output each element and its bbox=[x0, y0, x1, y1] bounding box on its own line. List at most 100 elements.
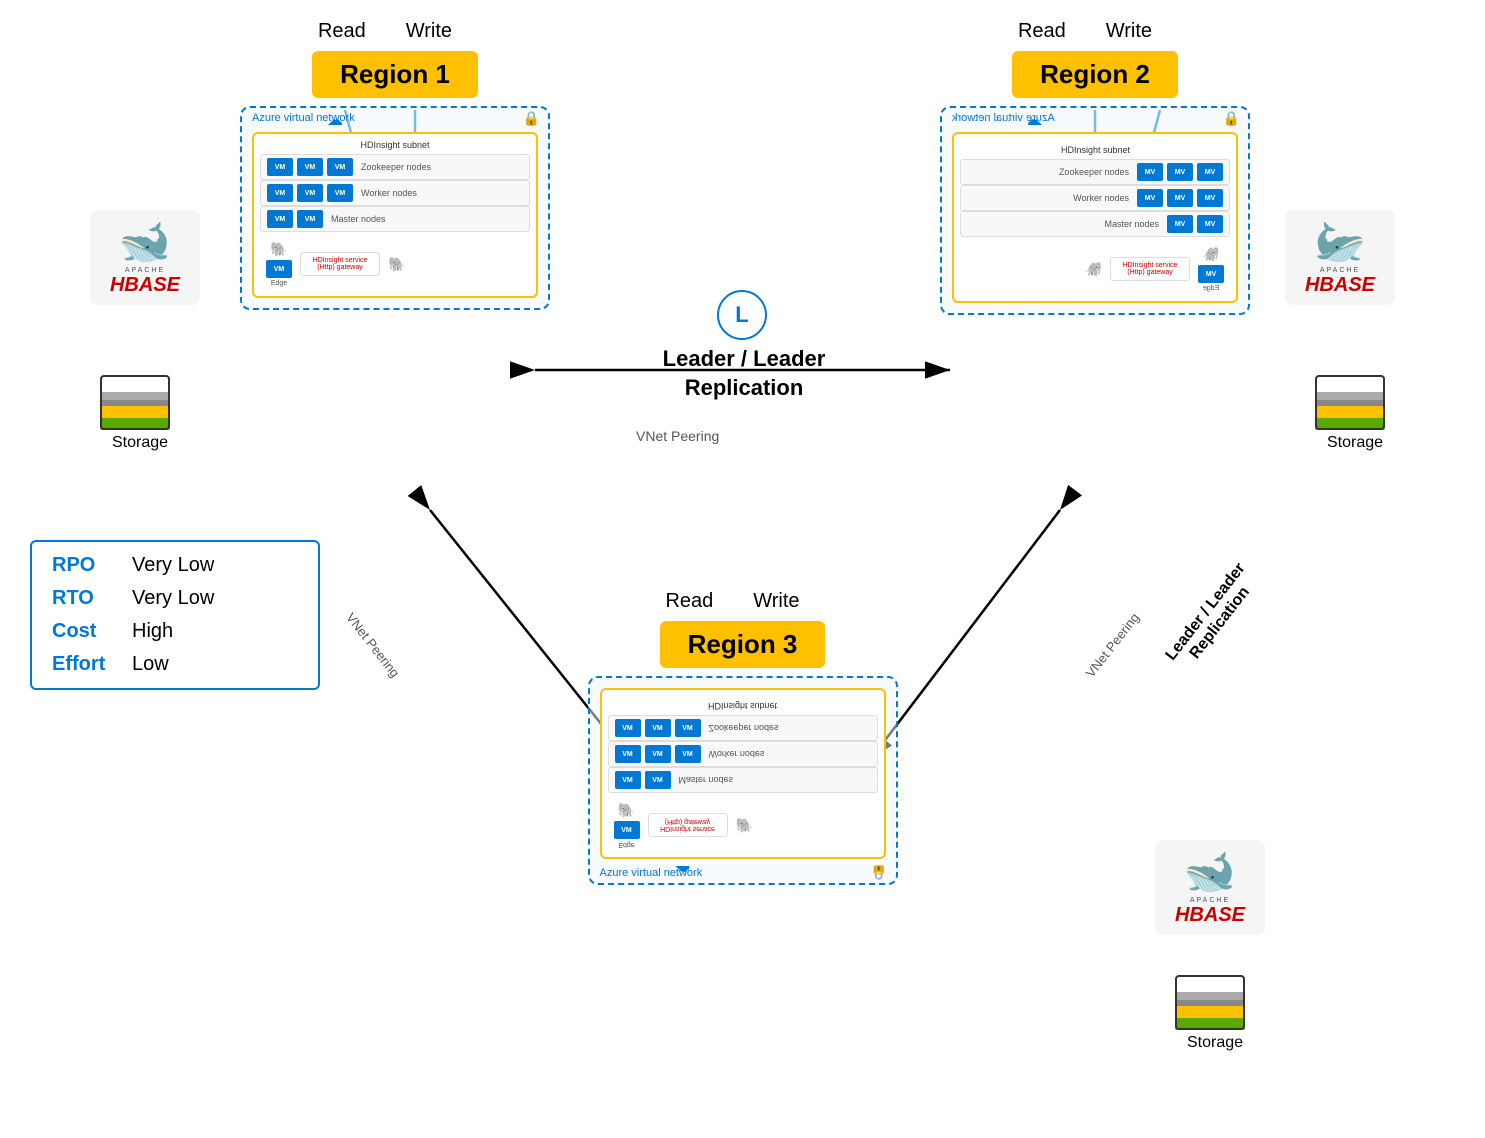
region2-zookeeper-group: VM VM VM Zookeeper nodes bbox=[960, 159, 1230, 185]
cost-key: Cost bbox=[52, 620, 132, 643]
vm-r2-3: VM bbox=[1137, 163, 1163, 181]
hbase-logo-r3: 🐋 APACHE HBASE bbox=[1155, 840, 1265, 935]
vm-r3-4: VM bbox=[615, 745, 641, 763]
vm2: VM bbox=[297, 158, 323, 176]
region1-edge-row: 🐘 VM Edge HDInsight service (Http) gatew… bbox=[260, 238, 530, 290]
region1-vnet-box: Azure virtual network ☁ 🔒 HDInsight subn… bbox=[240, 106, 550, 310]
master-label: Master nodes bbox=[331, 214, 386, 224]
region3-write-label: Write bbox=[753, 590, 799, 613]
hdoop2-icon-r1: 🐘 bbox=[388, 256, 405, 273]
storage-label-r1: Storage bbox=[100, 434, 180, 452]
region2-hdinsight: HDInsight subnet VM VM VM Zookeeper node… bbox=[952, 132, 1238, 303]
apache-text-r3: APACHE bbox=[1163, 897, 1257, 904]
region3-read-label: Read bbox=[665, 590, 713, 613]
vm6: VM bbox=[327, 184, 353, 202]
vnet-peering-center: VNet Peering bbox=[636, 428, 719, 444]
storage-r1: Storage bbox=[100, 370, 180, 452]
circle-l: L bbox=[717, 290, 767, 340]
region2-subnet-label: HDInsight subnet bbox=[1060, 145, 1129, 155]
worker-label-r2: Worker nodes bbox=[1073, 193, 1129, 203]
rpo-key: RPO bbox=[52, 554, 132, 577]
hbase-logo-r1: 🐋 APACHE HBASE bbox=[90, 210, 200, 305]
apache-text-r2: APACHE bbox=[1293, 267, 1387, 274]
rpo-value: Very Low bbox=[132, 554, 214, 577]
vm-edge: VM bbox=[266, 260, 292, 278]
region1-read-label: Read bbox=[318, 20, 366, 43]
rpo-row: RPO Very Low bbox=[52, 554, 298, 577]
vm-r2-8: VM bbox=[1167, 215, 1193, 233]
gateway-label: HDInsight service (Http) gateway bbox=[305, 257, 375, 271]
region1-worker-group: VM VM VM Worker nodes bbox=[260, 180, 530, 206]
edge-label-r2: Edge bbox=[1203, 285, 1219, 292]
center-replication-label: Leader / Leader Replication bbox=[614, 345, 874, 402]
cloud-icon-r1: ☁ bbox=[327, 110, 343, 130]
rto-row: RTO Very Low bbox=[52, 587, 298, 610]
hbase-text-r2: HBASE bbox=[1293, 274, 1387, 297]
vnet-peering-right: VNet Peering bbox=[1082, 610, 1141, 680]
effort-key: Effort bbox=[52, 653, 132, 676]
region2-wrapper: Read Write Region 2 Azure virtual networ… bbox=[940, 20, 1250, 315]
gateway-label-r2: HDInsight service (Http) gateway bbox=[1115, 262, 1185, 276]
vm1: VM bbox=[267, 158, 293, 176]
worker-label-r3: Worker nodes bbox=[709, 749, 765, 759]
hdoop2-icon-r3: 🐘 bbox=[736, 817, 753, 834]
storage-label-r3: Storage bbox=[1175, 1034, 1255, 1052]
storage-label-r2: Storage bbox=[1315, 434, 1395, 452]
vm-r2-6: VM bbox=[1137, 189, 1163, 207]
hbase-text-r3: HBASE bbox=[1163, 904, 1257, 927]
zookeeper-label: Zookeeper nodes bbox=[361, 162, 431, 172]
cost-row: Cost High bbox=[52, 620, 298, 643]
rto-key: RTO bbox=[52, 587, 132, 610]
vm-r3-7: VM bbox=[615, 771, 641, 789]
gateway-box-r2: HDInsight service (Http) gateway bbox=[1110, 257, 1190, 281]
edge-label: Edge bbox=[271, 280, 287, 287]
vm-r2-2: VM bbox=[1167, 163, 1193, 181]
info-box: RPO Very Low RTO Very Low Cost High Effo… bbox=[30, 540, 320, 690]
edge-label-r3: Edge bbox=[618, 841, 634, 848]
region2-worker-group: VM VM VM Worker nodes bbox=[960, 185, 1230, 211]
vm-r2-4: VM bbox=[1197, 189, 1223, 207]
vm-edge-r3: VM bbox=[614, 821, 640, 839]
cost-value: High bbox=[132, 620, 173, 643]
vm5: VM bbox=[297, 184, 323, 202]
vm-r3-8: VM bbox=[645, 771, 671, 789]
region1-master-group: VM VM Master nodes bbox=[260, 206, 530, 232]
vm-r3-6: VM bbox=[675, 745, 701, 763]
region2-read-label: Read bbox=[1018, 20, 1066, 43]
region3-hdinsight: HDInsight subnet VM VM VM Zookeeper node… bbox=[600, 688, 886, 859]
vm-edge-r2: VM bbox=[1198, 265, 1224, 283]
rto-value: Very Low bbox=[132, 587, 214, 610]
cloud-icon-r2: ☁ bbox=[1027, 110, 1043, 130]
lock-icon-r2: 🔒 bbox=[1223, 110, 1240, 127]
effort-value: Low bbox=[132, 653, 169, 676]
master-label-r2: Master nodes bbox=[1104, 219, 1159, 229]
region1-zookeeper-group: VM VM VM Zookeeper nodes bbox=[260, 154, 530, 180]
region1-wrapper: Read Write Region 1 Azure virtual networ… bbox=[240, 20, 550, 310]
vm4: VM bbox=[267, 184, 293, 202]
gateway-label-r3: HDInsight service (Http) gateway bbox=[653, 818, 723, 832]
main-container: Read Write Region 1 Azure virtual networ… bbox=[0, 0, 1485, 1138]
region3-zookeeper-group: VM VM VM Zookeeper nodes bbox=[608, 715, 878, 741]
lock-icon-r1: 🔒 bbox=[523, 110, 540, 127]
region3-edge-row: 🐘 VM Edge HDInsight service (Http) gatew… bbox=[608, 799, 878, 851]
region3-wrapper: Read Write Region 3 Azure virtual networ… bbox=[588, 590, 898, 885]
lock-icon-r3: 🔒 bbox=[870, 864, 887, 881]
vm-r2-1: VM bbox=[1197, 163, 1223, 181]
gateway-box-r1: HDInsight service (Http) gateway bbox=[300, 252, 380, 276]
region3-vnet-box: Azure virtual network ☁ 🔒 HDInsight subn… bbox=[588, 676, 898, 885]
effort-row: Effort Low bbox=[52, 653, 298, 676]
region3-badge: Region 3 bbox=[660, 621, 826, 668]
hdoop2-icon-r2: 🐘 bbox=[1085, 261, 1102, 278]
vm-r3-5: VM bbox=[645, 745, 671, 763]
vm3: VM bbox=[327, 158, 353, 176]
vm-r2-7: VM bbox=[1197, 215, 1223, 233]
region1-badge: Region 1 bbox=[312, 51, 478, 98]
region1-hdinsight: HDInsight subnet VM VM VM Zookeeper node… bbox=[252, 132, 538, 298]
storage-r2: Storage bbox=[1315, 370, 1395, 452]
apache-text-r1: APACHE bbox=[98, 267, 192, 274]
storage-r3: Storage bbox=[1175, 970, 1255, 1052]
region1-subnet-label: HDInsight subnet bbox=[260, 140, 530, 150]
vm-r3-1: VM bbox=[615, 719, 641, 737]
region3-master-group: VM VM Master nodes bbox=[608, 767, 878, 793]
hbase-text-r1: HBASE bbox=[98, 274, 192, 297]
